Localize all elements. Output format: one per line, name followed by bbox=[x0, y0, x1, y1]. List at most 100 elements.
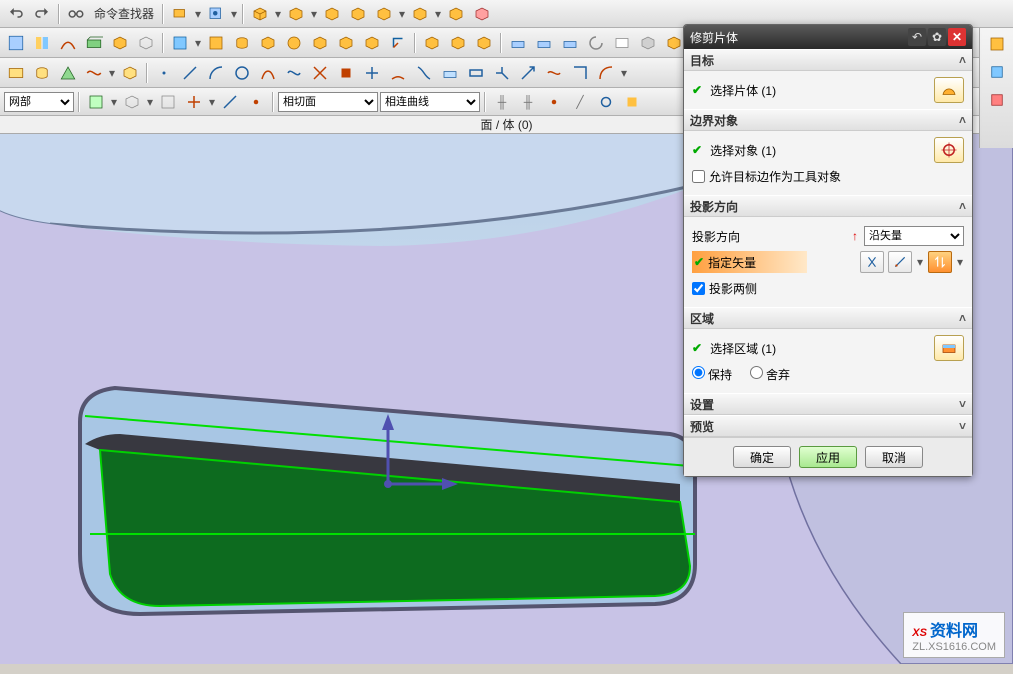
toolbar-icon[interactable] bbox=[244, 90, 268, 114]
close-icon[interactable]: ✕ bbox=[948, 28, 966, 46]
toolbar-icon[interactable] bbox=[420, 31, 444, 55]
toolbar-icon[interactable] bbox=[542, 90, 566, 114]
toolbar-icon[interactable] bbox=[56, 61, 80, 85]
region-button[interactable] bbox=[934, 335, 964, 361]
select-sheet-label[interactable]: 选择片体 (1) bbox=[710, 82, 930, 99]
toolbar-icon[interactable] bbox=[506, 31, 530, 55]
select-2[interactable]: 相切面 bbox=[278, 92, 378, 112]
select-object-label[interactable]: 选择对象 (1) bbox=[710, 142, 930, 159]
tb-box-8[interactable] bbox=[470, 2, 494, 26]
toolbar-icon[interactable] bbox=[438, 61, 462, 85]
toolbar-icon[interactable] bbox=[464, 61, 488, 85]
toolbar-icon[interactable] bbox=[152, 61, 176, 85]
glasses-icon[interactable] bbox=[64, 2, 88, 26]
toolbar-icon[interactable] bbox=[282, 31, 306, 55]
toolbar-icon[interactable] bbox=[636, 31, 660, 55]
toolbar-icon[interactable] bbox=[985, 32, 1009, 56]
toolbar-icon[interactable] bbox=[256, 61, 280, 85]
chevron-down-icon[interactable]: ▾ bbox=[434, 4, 442, 24]
toolbar-icon[interactable]: ╱ bbox=[568, 90, 592, 114]
section-header-settings[interactable]: 设置 ˅ bbox=[684, 393, 972, 415]
undo-icon[interactable] bbox=[4, 2, 28, 26]
chevron-down-icon[interactable]: ▾ bbox=[274, 4, 282, 24]
command-finder-label[interactable]: 命令查找器 bbox=[90, 5, 158, 22]
toolbar-icon[interactable] bbox=[308, 31, 332, 55]
gear-icon[interactable]: ✿ bbox=[928, 28, 946, 46]
toolbar-icon[interactable] bbox=[30, 61, 54, 85]
sheet-button[interactable] bbox=[934, 77, 964, 103]
tb-box-5[interactable] bbox=[372, 2, 396, 26]
redo-icon[interactable] bbox=[30, 2, 54, 26]
tb-box-7[interactable] bbox=[444, 2, 468, 26]
tb-box-4[interactable] bbox=[346, 2, 370, 26]
toolbar-icon[interactable] bbox=[182, 90, 206, 114]
toolbar-icon[interactable] bbox=[108, 31, 132, 55]
toolbar-icon[interactable] bbox=[256, 31, 280, 55]
toolbar-icon[interactable] bbox=[516, 61, 540, 85]
toolbar-icon[interactable] bbox=[56, 31, 80, 55]
discard-radio[interactable]: 舍弃 bbox=[750, 366, 790, 383]
toolbar-icon[interactable] bbox=[334, 31, 358, 55]
tb-box-6[interactable] bbox=[408, 2, 432, 26]
toolbar-icon[interactable] bbox=[218, 90, 242, 114]
toolbar-icon[interactable] bbox=[168, 31, 192, 55]
chevron-down-icon[interactable]: ▾ bbox=[916, 252, 924, 272]
apply-button[interactable]: 应用 bbox=[799, 446, 857, 468]
select-region-label[interactable]: 选择区域 (1) bbox=[710, 340, 930, 357]
toolbar-icon[interactable] bbox=[985, 88, 1009, 112]
toolbar-icon[interactable] bbox=[568, 61, 592, 85]
back-icon[interactable]: ↶ bbox=[908, 28, 926, 46]
toolbar-icon[interactable] bbox=[472, 31, 496, 55]
toolbar-icon[interactable] bbox=[204, 61, 228, 85]
target-button[interactable] bbox=[934, 137, 964, 163]
chevron-down-icon[interactable]: ▾ bbox=[956, 252, 964, 272]
toolbar-icon[interactable] bbox=[230, 61, 254, 85]
vector-reverse-button[interactable] bbox=[860, 251, 884, 273]
tb-box-3[interactable] bbox=[320, 2, 344, 26]
keep-radio[interactable]: 保持 bbox=[692, 366, 732, 383]
section-header-target[interactable]: 目标 ˄ bbox=[684, 49, 972, 71]
section-header-boundary[interactable]: 边界对象 ˄ bbox=[684, 109, 972, 131]
toolbar-icon[interactable] bbox=[386, 61, 410, 85]
toolbar-icon[interactable] bbox=[230, 31, 254, 55]
toolbar-icon[interactable] bbox=[30, 31, 54, 55]
toolbar-icon[interactable] bbox=[360, 31, 384, 55]
toolbar-icon[interactable] bbox=[204, 31, 228, 55]
toolbar-icon[interactable] bbox=[610, 31, 634, 55]
tb-icon-a1[interactable] bbox=[168, 2, 192, 26]
section-header-projection[interactable]: 投影方向 ˄ bbox=[684, 195, 972, 217]
toolbar-icon[interactable] bbox=[4, 61, 28, 85]
ok-button[interactable]: 确定 bbox=[733, 446, 791, 468]
chevron-down-icon[interactable]: ▾ bbox=[194, 4, 202, 24]
chevron-down-icon[interactable]: ▾ bbox=[230, 4, 238, 24]
toolbar-icon[interactable] bbox=[308, 61, 332, 85]
projection-direction-select[interactable]: 沿矢量 bbox=[864, 226, 964, 246]
toolbar-icon[interactable] bbox=[334, 61, 358, 85]
toolbar-icon[interactable] bbox=[134, 31, 158, 55]
toolbar-icon[interactable] bbox=[386, 31, 410, 55]
toolbar-icon[interactable] bbox=[584, 31, 608, 55]
specify-vector-label[interactable]: 指定矢量 bbox=[708, 254, 756, 271]
toolbar-icon[interactable] bbox=[620, 90, 644, 114]
toolbar-icon[interactable]: ╫ bbox=[490, 90, 514, 114]
toolbar-icon[interactable] bbox=[82, 31, 106, 55]
toolbar-icon[interactable] bbox=[542, 61, 566, 85]
vector-flip-button[interactable] bbox=[928, 251, 952, 273]
toolbar-icon[interactable] bbox=[490, 61, 514, 85]
tb-icon-a2[interactable] bbox=[204, 2, 228, 26]
toolbar-icon[interactable]: ╫ bbox=[516, 90, 540, 114]
toolbar-icon[interactable] bbox=[360, 61, 384, 85]
toolbar-icon[interactable] bbox=[84, 90, 108, 114]
panel-titlebar[interactable]: 修剪片体 ↶ ✿ ✕ bbox=[684, 25, 972, 49]
vector-menu-button[interactable] bbox=[888, 251, 912, 273]
toolbar-icon[interactable] bbox=[446, 31, 470, 55]
toolbar-icon[interactable] bbox=[156, 90, 180, 114]
tb-box-1[interactable] bbox=[248, 2, 272, 26]
toolbar-icon[interactable] bbox=[594, 61, 618, 85]
toolbar-icon[interactable] bbox=[532, 31, 556, 55]
toolbar-icon[interactable] bbox=[118, 61, 142, 85]
both-sides-checkbox[interactable] bbox=[692, 282, 705, 295]
toolbar-icon[interactable] bbox=[178, 61, 202, 85]
select-1[interactable]: 网部 bbox=[4, 92, 74, 112]
allow-target-edge-checkbox[interactable] bbox=[692, 170, 705, 183]
